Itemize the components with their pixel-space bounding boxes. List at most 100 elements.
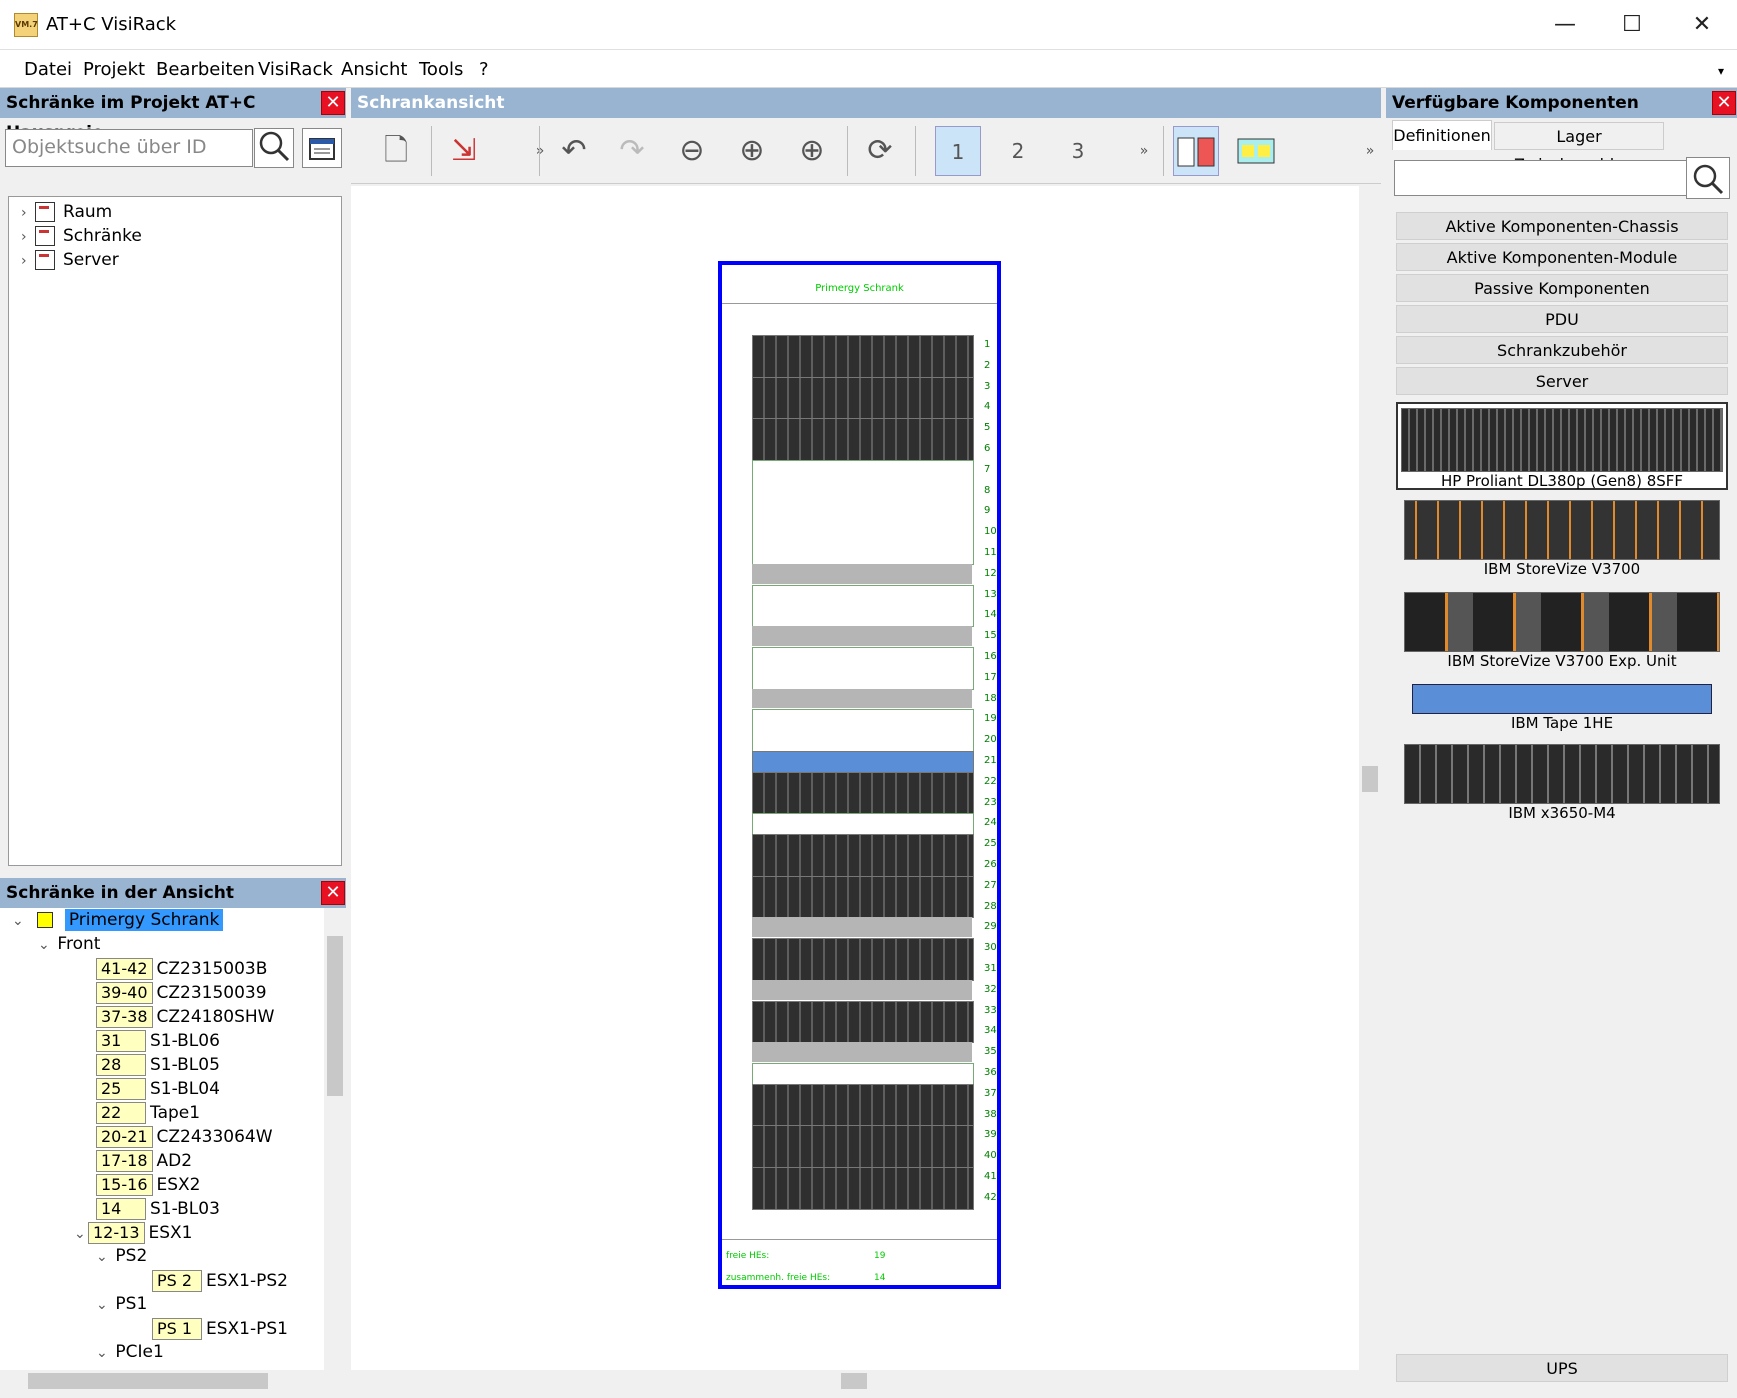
zoom-in-button[interactable]: ⊕ bbox=[729, 126, 775, 176]
rack-device[interactable] bbox=[752, 1167, 974, 1210]
category-server[interactable]: Server bbox=[1396, 367, 1728, 395]
close-components-panel-button[interactable]: ✕ bbox=[1712, 91, 1736, 115]
menu-ansicht[interactable]: Ansicht bbox=[341, 59, 407, 80]
category-pdu[interactable]: PDU bbox=[1396, 305, 1728, 333]
calendar-button[interactable] bbox=[302, 128, 342, 168]
tree-item-ps2[interactable]: ⌄ PS2 bbox=[96, 1246, 147, 1266]
rack-empty-slot[interactable] bbox=[752, 813, 974, 836]
rack-item-row[interactable]: 28 S1-BL05 bbox=[96, 1054, 220, 1076]
menu-projekt[interactable]: Projekt bbox=[83, 59, 145, 80]
rack-item-row[interactable]: 15-16 ESX2 bbox=[96, 1174, 201, 1196]
rack-item-row[interactable]: 41-42 CZ2315003B bbox=[96, 958, 267, 980]
chevron-right-icon[interactable]: › bbox=[21, 229, 35, 245]
new-document-button[interactable]: 🗋 bbox=[373, 126, 419, 176]
category-passive[interactable]: Passive Komponenten bbox=[1396, 274, 1728, 302]
category-zubehoer[interactable]: Schrankzubehör bbox=[1396, 336, 1728, 364]
place-component-button[interactable]: ⇲ bbox=[441, 126, 487, 176]
side-by-side-view-button[interactable] bbox=[1233, 126, 1279, 176]
close-project-panel-button[interactable]: ✕ bbox=[321, 91, 345, 115]
component-ibm-tape[interactable]: IBM Tape 1HE bbox=[1396, 684, 1728, 736]
rack-device[interactable] bbox=[752, 875, 974, 919]
zoom-out-button[interactable]: ⊖ bbox=[669, 126, 715, 176]
rack-device[interactable] bbox=[752, 938, 974, 981]
menu-datei[interactable]: Datei bbox=[24, 59, 72, 80]
scroll-thumb[interactable] bbox=[327, 936, 343, 1096]
component-ibm-v3700-exp[interactable]: IBM StoreVize V3700 Exp. Unit bbox=[1396, 592, 1728, 676]
view-tree-hscrollbar[interactable] bbox=[0, 1370, 324, 1392]
tree-item-schraenke[interactable]: › Schränke bbox=[21, 226, 142, 246]
rack-primergy[interactable]: Primergy Schrank 1 2 3 4 5 6 7 8 9 10 11 12 13 14 15 16… bbox=[718, 261, 1001, 1289]
undo-button[interactable]: ↶ bbox=[551, 126, 597, 176]
front-rear-view-button[interactable] bbox=[1173, 126, 1219, 176]
rack-device[interactable] bbox=[752, 1083, 974, 1127]
rack-item-row[interactable]: 14 S1-BL03 bbox=[96, 1198, 220, 1220]
toolbar-overflow-2[interactable]: » bbox=[1121, 126, 1167, 176]
chevron-down-icon[interactable]: ⌄ bbox=[38, 937, 52, 953]
chevron-right-icon[interactable]: › bbox=[21, 253, 35, 269]
tree-item-ps1[interactable]: ⌄ PS1 bbox=[96, 1294, 147, 1314]
redo-button[interactable]: ↷ bbox=[609, 126, 655, 176]
tree-item-server[interactable]: › Server bbox=[21, 250, 119, 270]
minimize-button[interactable]: — bbox=[1545, 12, 1585, 38]
rack-empty-slot[interactable] bbox=[752, 709, 974, 752]
component-ibm-x3650[interactable]: IBM x3650-M4 bbox=[1396, 744, 1728, 828]
rack-device[interactable] bbox=[752, 1125, 974, 1168]
tree-item-pcie1[interactable]: ⌄ PCIe1 bbox=[96, 1342, 164, 1362]
search-button[interactable] bbox=[254, 128, 294, 168]
component-search-input[interactable] bbox=[1394, 160, 1687, 196]
tree-item-primergy[interactable]: ⌄ Primergy Schrank bbox=[12, 909, 224, 931]
chevron-down-icon[interactable]: ⌄ bbox=[74, 1226, 88, 1242]
refresh-button[interactable]: ⟳ bbox=[857, 126, 903, 176]
chevron-down-icon[interactable]: ⌄ bbox=[96, 1249, 110, 1265]
close-window-button[interactable]: ✕ bbox=[1682, 12, 1722, 38]
rack-empty-slot[interactable] bbox=[752, 1063, 974, 1085]
chevron-right-icon[interactable]: › bbox=[21, 205, 35, 221]
view-1-button[interactable]: 1 bbox=[935, 126, 981, 176]
scroll-thumb[interactable] bbox=[1362, 766, 1378, 792]
component-ibm-v3700[interactable]: IBM StoreVize V3700 bbox=[1396, 500, 1728, 584]
menu-bearbeiten[interactable]: Bearbeiten bbox=[156, 59, 255, 80]
category-modules[interactable]: Aktive Komponenten-Module bbox=[1396, 243, 1728, 271]
rack-item-row[interactable]: 20-21 CZ2433064W bbox=[96, 1126, 273, 1148]
rack-item-row[interactable]: 22 Tape1 bbox=[96, 1102, 200, 1124]
rack-empty-slot[interactable] bbox=[752, 459, 974, 565]
component-search-button[interactable] bbox=[1686, 157, 1730, 199]
canvas-hscrollbar[interactable] bbox=[351, 1370, 1359, 1392]
rack-item-row[interactable]: 31 S1-BL06 bbox=[96, 1030, 220, 1052]
menu-help[interactable]: ? bbox=[479, 59, 489, 80]
category-ups[interactable]: UPS bbox=[1396, 1354, 1728, 1382]
menu-visirack[interactable]: VisiRack bbox=[258, 59, 333, 80]
chevron-down-icon[interactable]: ⌄ bbox=[12, 913, 26, 929]
view-2-button[interactable]: 2 bbox=[995, 126, 1041, 176]
rack-device[interactable] bbox=[752, 418, 974, 461]
view-tree-vscrollbar[interactable] bbox=[324, 908, 346, 1370]
tree-item-ps2-leaf[interactable]: PS 2 ESX1-PS2 bbox=[152, 1270, 288, 1292]
tree-item-front[interactable]: ⌄ Front bbox=[38, 934, 100, 954]
chevron-down-icon[interactable]: ⌄ bbox=[96, 1345, 110, 1361]
object-search-input[interactable]: Objektsuche über ID bbox=[5, 129, 253, 167]
rack-device[interactable] bbox=[752, 834, 974, 877]
view-3-button[interactable]: 3 bbox=[1055, 126, 1101, 176]
tab-definitionen[interactable]: Definitionen bbox=[1392, 120, 1492, 150]
rack-empty-slot[interactable] bbox=[752, 647, 974, 690]
maximize-button[interactable]: ☐ bbox=[1612, 12, 1652, 38]
rack-device[interactable] bbox=[752, 376, 974, 420]
chevron-down-icon[interactable]: ⌄ bbox=[96, 1297, 110, 1313]
rack-item-row[interactable]: ⌄ 12-13 ESX1 bbox=[74, 1222, 193, 1244]
toolbar-overflow-3[interactable]: » bbox=[1347, 126, 1393, 176]
rack-device[interactable] bbox=[752, 751, 974, 773]
rack-item-row[interactable]: 25 S1-BL04 bbox=[96, 1078, 220, 1100]
rack-device[interactable] bbox=[752, 771, 974, 815]
menu-tools[interactable]: Tools bbox=[419, 59, 463, 80]
category-chassis[interactable]: Aktive Komponenten-Chassis bbox=[1396, 212, 1728, 240]
rack-item-row[interactable]: 37-38 CZ24180SHW bbox=[96, 1006, 274, 1028]
scroll-thumb[interactable] bbox=[841, 1373, 867, 1389]
scroll-thumb[interactable] bbox=[28, 1373, 268, 1389]
component-hp-dl380p[interactable]: HP Proliant DL380p (Gen8) 8SFF bbox=[1396, 402, 1728, 490]
tree-item-raum[interactable]: › Raum bbox=[21, 202, 112, 222]
tree-item-ps1-leaf[interactable]: PS 1 ESX1-PS1 bbox=[152, 1318, 288, 1340]
rack-empty-slot[interactable] bbox=[752, 584, 974, 628]
menu-overflow-icon[interactable]: ▾ bbox=[1718, 64, 1724, 78]
tab-lager[interactable]: Lager Zwischenablage bbox=[1494, 122, 1664, 174]
zoom-fit-button[interactable]: ⊕ bbox=[789, 126, 835, 176]
